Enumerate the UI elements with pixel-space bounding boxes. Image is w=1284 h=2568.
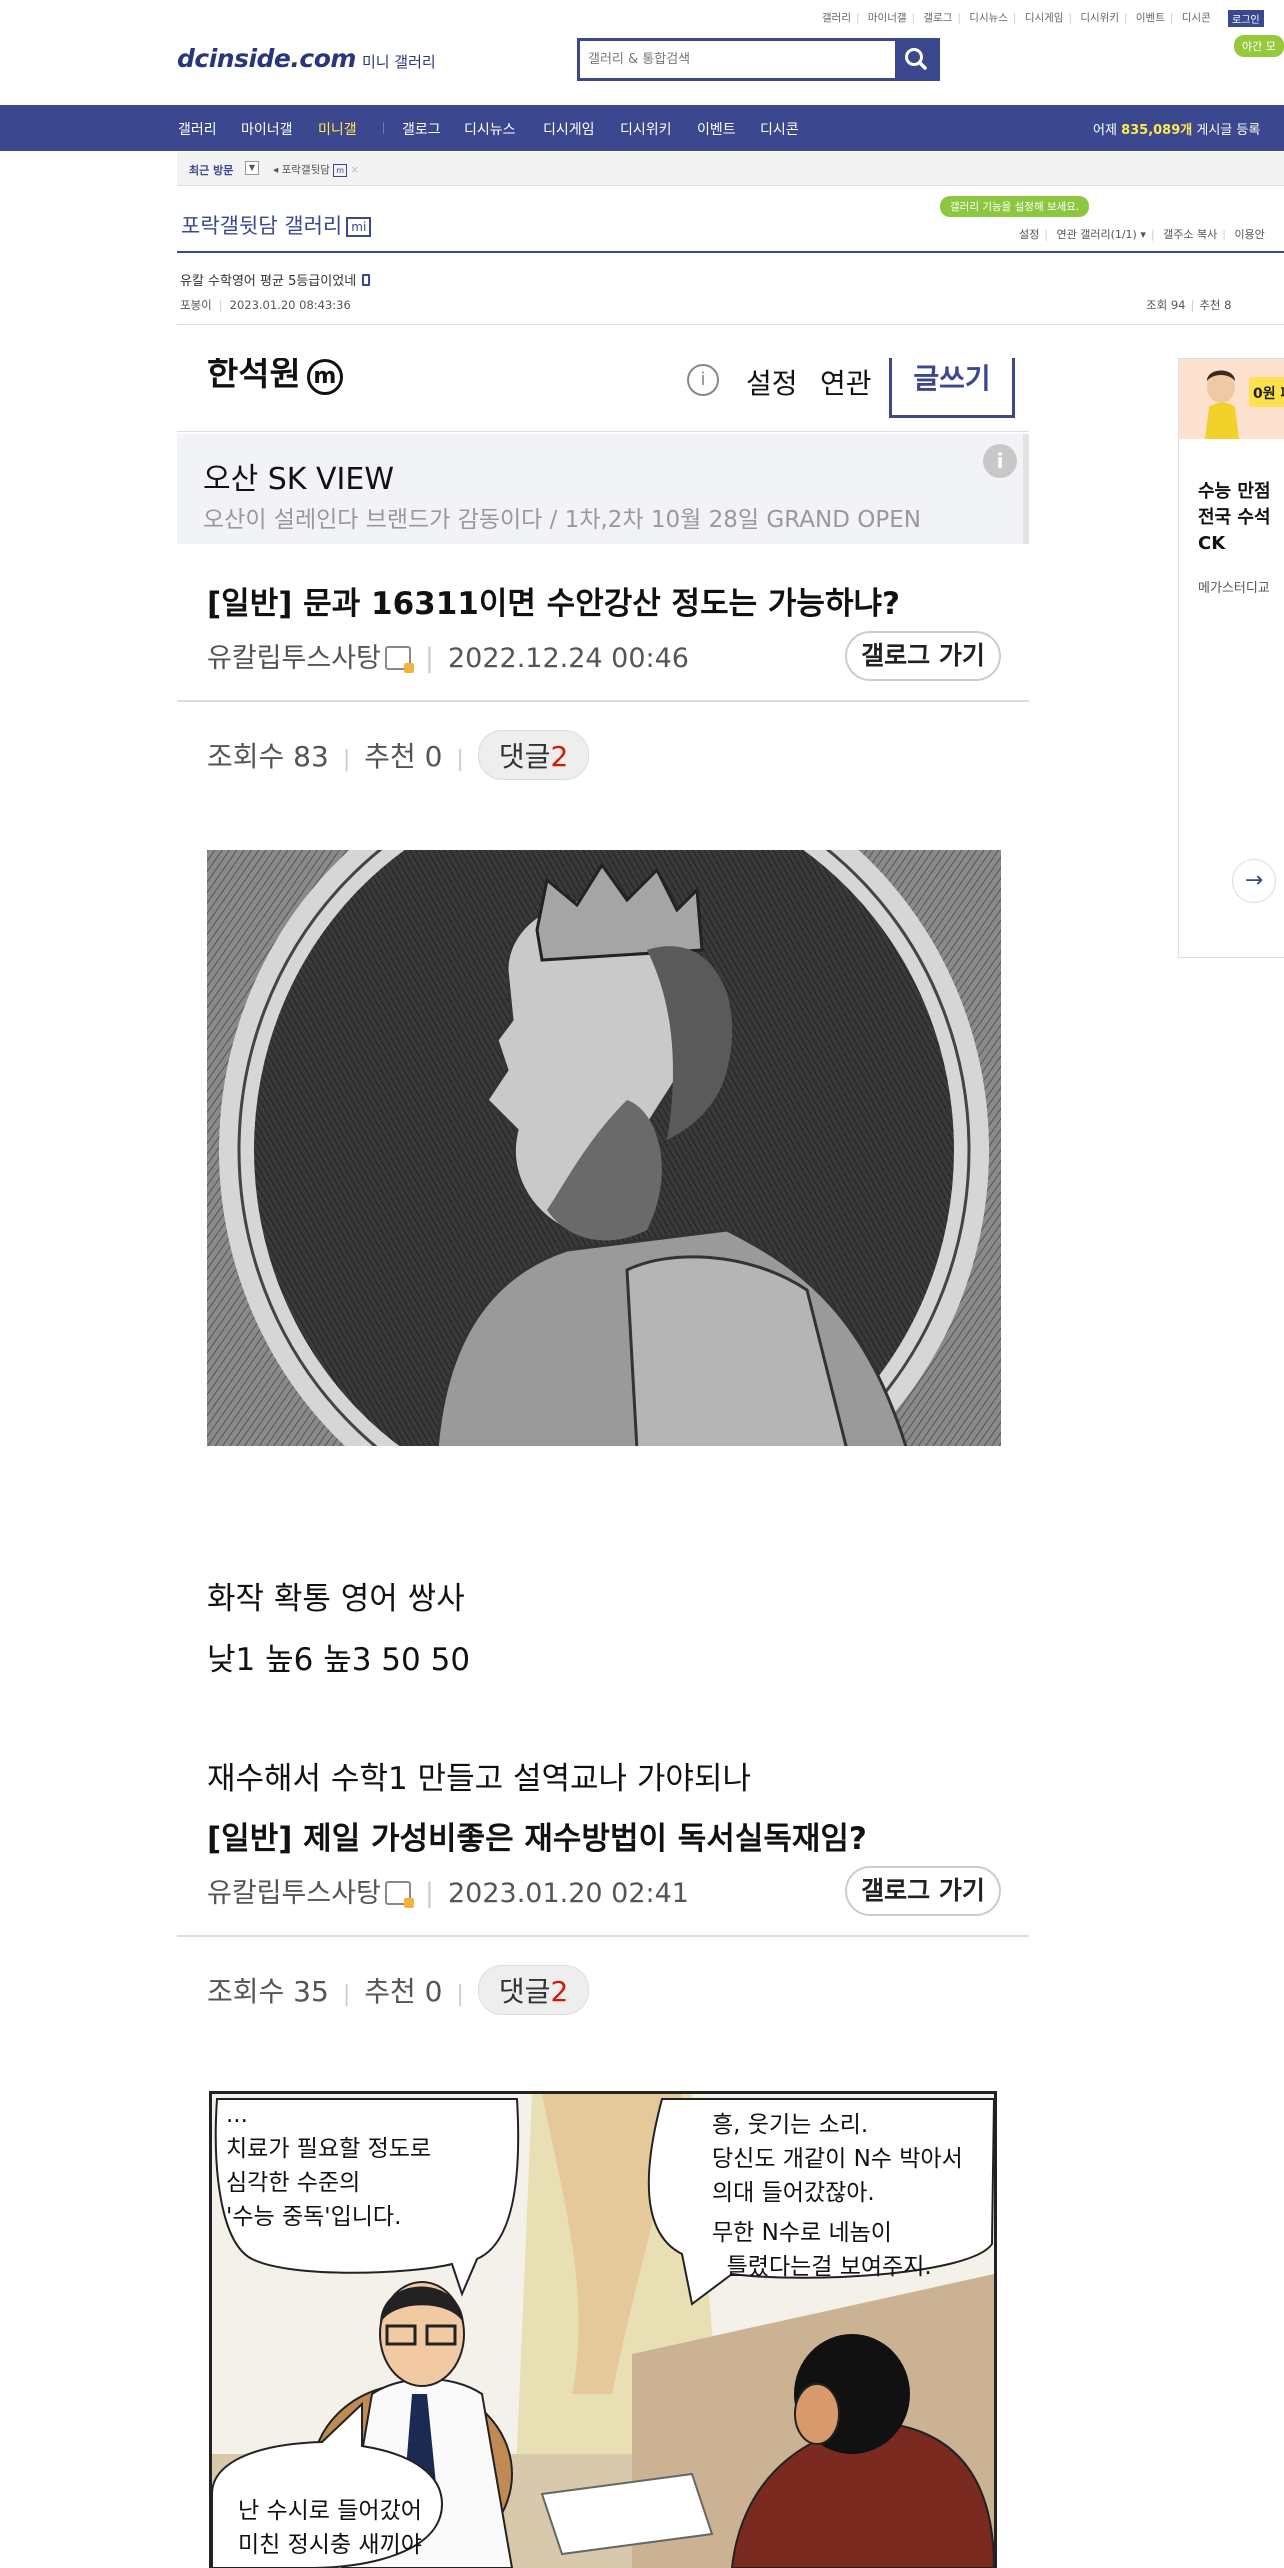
title-divider	[177, 251, 1284, 253]
comic-bubble-bottom: 난 수시로 들어갔어 미친 정시충 새끼야	[238, 2498, 422, 2558]
post-author[interactable]: 포봉이	[180, 298, 212, 312]
embedded-post-stats-2: 조회수 35 | 추천 0 | 댓글2	[207, 1965, 590, 2015]
top-link-wiki[interactable]: 디시위키	[1080, 12, 1119, 24]
embedded-related-label: 연관	[820, 367, 872, 400]
top-link-gallog[interactable]: 갤로그	[923, 12, 952, 24]
nav-minor[interactable]: 마이너갤	[241, 119, 293, 139]
ad-banner-image: 0원 패	[1179, 359, 1284, 439]
mobile-icon	[362, 274, 371, 286]
chevron-down-icon[interactable]: ▾	[1140, 228, 1146, 241]
logo-subtitle: 미니 갤러리	[361, 53, 436, 71]
top-utility-links: 갤러리 | 마이너갤 | 갤로그 | 디시뉴스 | 디시게임 | 디시위키 | 이벤트 | 디…	[822, 12, 1211, 24]
post-title: 유칼 수학영어 평균 5등급이었네	[180, 270, 371, 289]
post-header-divider	[177, 324, 1284, 325]
post-stats: 조회 94 | 추천 8	[1146, 298, 1232, 312]
embedded-post-title: [일반] 문과 16311이면 수안강산 정도는 가능하냐?	[207, 586, 900, 622]
gallery-links: 설정 | 연관 갤러리(1/1) ▾ | 갤주소 복사 | 이용안	[1019, 228, 1265, 241]
recent-visit-item[interactable]: ◂ 포락갤뒷담 m ×	[273, 162, 359, 177]
top-link-minor[interactable]: 마이너갤	[868, 12, 907, 24]
post-date: 2023.01.20 08:43:36	[229, 298, 351, 312]
recent-visits-bar: 최근 방문 ▼ ◂ 포락갤뒷담 m ×	[177, 152, 1284, 186]
nav-dccon[interactable]: 디시콘	[760, 119, 799, 139]
card-divider	[177, 700, 1029, 702]
nav-news[interactable]: 디시뉴스	[464, 119, 516, 139]
top-link-news[interactable]: 디시뉴스	[969, 12, 1008, 24]
ad-description: 오산이 설레인다 브랜드가 감동이다 / 1차,2차 10월 28일 GRAND…	[203, 507, 921, 533]
comment-badge: 댓글2	[477, 730, 590, 780]
recent-visits-label: 최근 방문	[189, 164, 234, 177]
nav-gallog[interactable]: 갤로그	[402, 119, 441, 139]
embedded-post-author-2: 유칼립투스사탕 | 2023.01.20 02:41	[207, 1878, 689, 1909]
copy-address-link[interactable]: 갤주소 복사	[1163, 228, 1217, 241]
sidebar-ad-source: 메가스터디교	[1198, 581, 1270, 596]
mini-gallery-badge: mi	[346, 217, 372, 237]
card-divider	[177, 1935, 1029, 1937]
embedded-screenshot-header: 한석원 m i 설정 연관 글쓰기	[177, 358, 1029, 432]
usage-link[interactable]: 이용안	[1234, 228, 1264, 241]
embedded-post-stats: 조회수 83 | 추천 0 | 댓글2	[207, 730, 590, 780]
nav-mini[interactable]: 미니갤	[318, 119, 357, 139]
embedded-write-button: 글쓰기	[889, 358, 1015, 418]
fixed-nick-icon	[384, 646, 414, 673]
sidebar-ad-title[interactable]: 수능 만점 전국 수석 CK	[1198, 479, 1271, 557]
search-button[interactable]	[895, 41, 937, 78]
post-image-comic: ... 치료가 필요할 정도로 심각한 수준의 '수능 중독'입니다. 흥, 웃…	[209, 2091, 997, 2568]
ad-info-icon: i	[983, 444, 1017, 478]
nav-game[interactable]: 디시게임	[543, 119, 595, 139]
embedded-gallog-button: 갤로그 가기	[845, 631, 1001, 681]
comment-badge: 댓글2	[477, 1965, 590, 2015]
search-icon	[905, 48, 927, 70]
recent-dropdown-toggle[interactable]: ▼	[245, 161, 259, 175]
post-views: 조회 94	[1146, 298, 1186, 312]
embedded-gallog-button-2: 갤로그 가기	[845, 1866, 1001, 1916]
nav-event[interactable]: 이벤트	[697, 119, 736, 139]
ad-title: 오산 SK VIEW	[203, 462, 394, 497]
nav-wiki[interactable]: 디시위키	[620, 119, 672, 139]
king-portrait-image	[207, 850, 1001, 1446]
sidebar-ad[interactable]: 0원 패 수능 만점 전국 수석 CK 메가스터디교 →	[1178, 358, 1284, 958]
gallery-settings-link[interactable]: 설정	[1019, 228, 1039, 241]
post-image-engraving	[207, 850, 1001, 1446]
main-nav: 갤러리 마이너갤 미니갤 갤로그 디시뉴스 디시게임 디시위키 이벤트 디시콘 …	[0, 105, 1284, 151]
info-icon: i	[687, 364, 719, 396]
embedded-post-title-2: [일반] 제일 가성비좋은 재수방법이 독서실독재임?	[207, 1821, 867, 1857]
chevron-left-icon[interactable]: ◂	[273, 164, 278, 176]
dark-mode-button[interactable]: 야간 모	[1234, 35, 1284, 57]
login-button[interactable]: 로그인	[1228, 10, 1264, 27]
fixed-nick-icon	[384, 1881, 414, 1908]
post-body: 한석원 m i 설정 연관 글쓰기 오산 SK VIEW 오산이 설레인다 브랜드…	[177, 358, 1029, 2568]
embedded-ad-banner: 오산 SK VIEW 오산이 설레인다 브랜드가 감동이다 / 1차,2차 10…	[177, 434, 1029, 544]
arrow-right-icon[interactable]: →	[1232, 859, 1276, 903]
close-icon[interactable]: ×	[350, 164, 359, 176]
gallery-title[interactable]: 포락갤뒷담 갤러리 mi	[181, 210, 372, 240]
top-link-game[interactable]: 디시게임	[1025, 12, 1064, 24]
post-text-line-2: 낮1 높6 높3 50 50	[207, 1642, 471, 1678]
related-gallery-link[interactable]: 연관 갤러리(1/1)	[1056, 228, 1136, 241]
top-link-event[interactable]: 이벤트	[1136, 12, 1165, 24]
comic-bubble-patient: 흥, 웃기는 소리. 당신도 개같이 N수 박아서 의대 들어갔잖아. 무한 N…	[712, 2112, 963, 2280]
post-recommends: 추천 8	[1199, 298, 1232, 312]
mini-gallery-badge: m	[306, 359, 343, 395]
sidebar-ad-banner[interactable]: 0원 패	[1179, 359, 1284, 439]
embedded-settings-label: 설정	[746, 367, 798, 400]
site-logo[interactable]: dcinside.com 미니 갤러리	[177, 44, 436, 73]
svg-text:0원 패: 0원 패	[1253, 386, 1284, 402]
embedded-gallery-name: 한석원 m	[207, 358, 343, 395]
top-link-dccon[interactable]: 디시콘	[1182, 12, 1211, 24]
search-input[interactable]	[588, 41, 888, 78]
embedded-post-author: 유칼립투스사탕 | 2022.12.24 00:46	[207, 643, 689, 674]
comic-bubble-doctor: ... 치료가 필요할 정도로 심각한 수준의 '수능 중독'입니다.	[226, 2102, 432, 2230]
search-box	[577, 38, 940, 81]
daily-post-count: 어제 835,089개 게시글 등록	[1093, 123, 1261, 138]
mini-gallery-badge: m	[333, 163, 348, 177]
post-text-line-1: 화작 확통 영어 쌍사	[207, 1581, 465, 1617]
logo-text: dcinside.com	[177, 44, 356, 73]
post-meta: 포봉이 | 2023.01.20 08:43:36	[180, 298, 351, 312]
post-text-line-3: 재수해서 수학1 만들고 설역교나 가야되나	[207, 1761, 751, 1797]
gallery-setup-tip[interactable]: 갤러리 기능을 설정해 보세요.	[940, 196, 1090, 217]
top-link-gallery[interactable]: 갤러리	[822, 12, 851, 24]
nav-divider	[383, 122, 384, 134]
nav-gallery[interactable]: 갤러리	[178, 119, 217, 139]
